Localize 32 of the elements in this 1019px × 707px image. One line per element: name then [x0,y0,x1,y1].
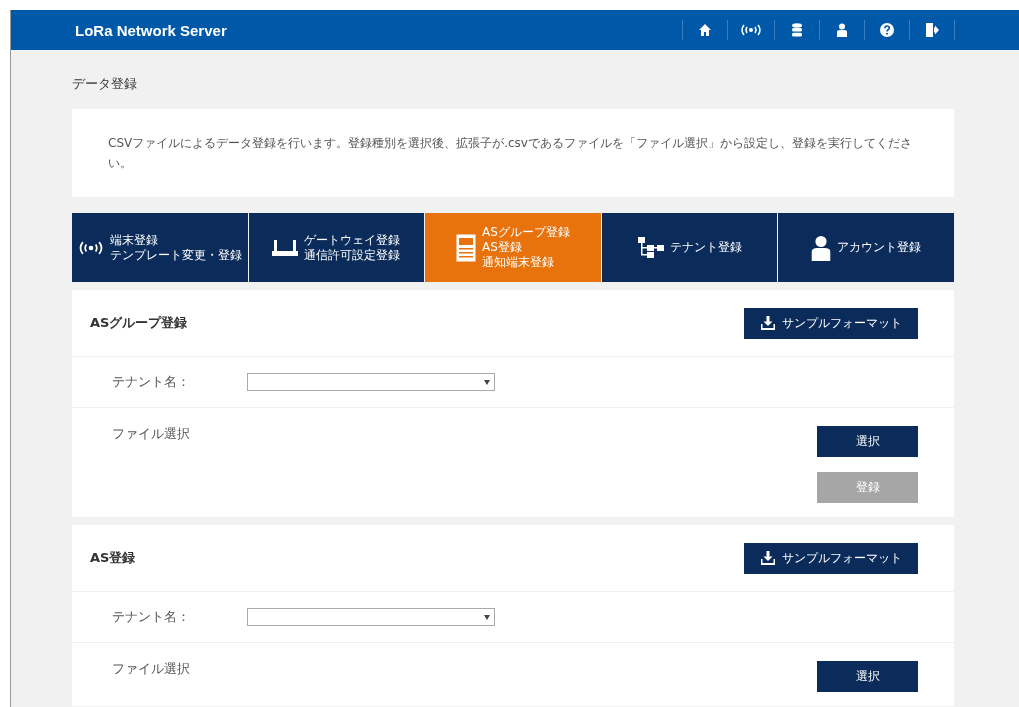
database-icon[interactable] [792,23,802,37]
signal-icon[interactable] [740,24,762,36]
tab[interactable]: 端末登録 テンプレート変更・登録 [72,213,248,282]
person-icon[interactable] [837,23,847,37]
logout-icon[interactable] [925,23,939,37]
sample-format-button[interactable]: サンプルフォーマット [744,307,918,339]
person-icon [811,234,832,261]
tab[interactable]: テナント登録 [601,213,778,282]
dropdown-arrow-icon [484,379,490,385]
help-icon[interactable] [880,23,894,37]
description-text: CSVファイルによるデータ登録を行います。登録種別を選択後、拡張子が.csvであるファイルを「ファイル選択」から設定し、登録を実行してください。 [108,136,912,170]
page-title: データ登録 [72,75,138,93]
sample-format-button[interactable]: サンプルフォーマット [744,542,918,574]
dropdown-arrow-icon [484,614,490,620]
signal-icon [77,240,104,255]
download-icon [760,316,776,330]
field-label: テナント名： [112,608,191,626]
app-title: LoRa Network Server [75,21,228,39]
field-label: テナント名： [112,373,191,391]
tab[interactable]: アカウント登録 [778,213,954,282]
select-button[interactable]: 選択 [817,661,918,692]
section-title: AS登録 [90,549,136,567]
download-icon [760,551,776,565]
home-icon[interactable] [698,23,712,37]
document-icon [456,233,477,262]
hierarchy-icon [637,236,664,259]
field-label: ファイル選択 [112,426,191,443]
section-title: ASグループ登録 [90,314,188,332]
tab[interactable]: ゲートウェイ登録 通信許可設定登録 [248,213,425,282]
router-icon [272,237,299,258]
select-button[interactable]: 選択 [817,426,918,457]
field-label: ファイル選択 [112,661,191,678]
